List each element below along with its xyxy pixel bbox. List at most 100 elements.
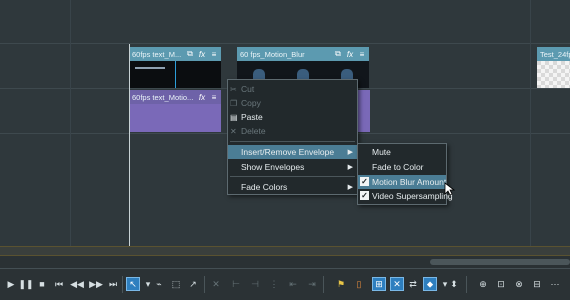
menu-item-label: Fade to Color xyxy=(372,162,424,172)
snapping-icon[interactable]: ⊞ xyxy=(372,277,386,291)
envelope-tool-icon[interactable]: ⌁ xyxy=(152,277,166,291)
menu-item-label: Cut xyxy=(241,84,255,94)
marker-icon[interactable]: ⚑ xyxy=(334,277,348,291)
split-tool-icon[interactable]: ↗ xyxy=(186,277,200,291)
region-icon[interactable]: ▯ xyxy=(352,277,366,291)
menu-item-show-envelopes[interactable]: Show Envelopes ▶ xyxy=(228,160,357,174)
crop-icon[interactable]: ⧉ xyxy=(333,49,343,59)
clip-title: 60fps text_Motio... xyxy=(132,92,194,102)
text-clip-end[interactable] xyxy=(358,90,370,132)
media-fx-icon[interactable]: ⊗ xyxy=(512,277,526,291)
menu-item-fade-colors[interactable]: Fade Colors ▶ xyxy=(228,180,357,194)
menu-item-label: Video Supersampling xyxy=(372,191,453,201)
trim-end-icon[interactable]: ⊣ xyxy=(248,277,262,291)
menu-item-motion-blur-amount[interactable]: ✓ Motion Blur Amount xyxy=(358,175,446,189)
menu-item-label: Copy xyxy=(241,98,261,108)
clip-title: 60fps text_M... xyxy=(132,49,182,59)
next-frame-icon[interactable]: ▶▶ xyxy=(89,277,103,291)
track-divider xyxy=(0,43,570,44)
toolbar-separator xyxy=(204,276,205,293)
paste-icon: ▤ xyxy=(230,112,238,122)
clip-title: Test_24fp xyxy=(540,49,570,59)
delete-icon[interactable]: ✕ xyxy=(209,277,223,291)
video-clip-test-24fps[interactable]: Test_24fp xyxy=(537,47,570,88)
playhead-cursor[interactable] xyxy=(129,44,130,256)
normal-edit-tool-icon[interactable]: ↖ xyxy=(126,277,140,291)
clip-title: 60 fps_Motion_Blur xyxy=(240,49,305,59)
menu-item-label: Delete xyxy=(241,126,266,136)
toolbar-separator xyxy=(466,276,467,293)
previous-frame-icon[interactable]: ◀◀ xyxy=(70,277,84,291)
clip-header: 60fps text_M... ⧉ fx ≡ xyxy=(129,47,221,61)
menu-item-cut[interactable]: ✂ Cut xyxy=(228,82,357,96)
delete-icon: ✕ xyxy=(230,126,237,136)
context-menu: ✂ Cut ❐ Copy ▤ Paste ✕ Delete Insert/Rem… xyxy=(227,79,358,195)
menu-item-label: Paste xyxy=(241,112,263,122)
submenu-arrow-icon: ▶ xyxy=(347,184,353,191)
crop-icon[interactable]: ⇥ xyxy=(305,277,319,291)
play-icon[interactable]: ▶ xyxy=(4,277,18,291)
marker-bar xyxy=(0,246,570,256)
clip-header: Test_24fp xyxy=(537,47,570,61)
checkmark-icon: ✓ xyxy=(360,191,369,200)
menu-item-label: Fade Colors xyxy=(241,182,288,192)
menu-item-video-supersampling[interactable]: ✓ Video Supersampling xyxy=(358,189,453,203)
menu-item-copy[interactable]: ❐ Copy xyxy=(228,96,357,110)
split-icon[interactable]: ⋮ xyxy=(267,277,281,291)
clip-body xyxy=(358,90,370,132)
trim-start-icon[interactable]: ⊢ xyxy=(229,277,243,291)
ignore-grouping-icon[interactable]: ⬍ xyxy=(447,277,461,291)
event-pan-crop-icon[interactable]: ⊡ xyxy=(494,277,508,291)
grid-line xyxy=(530,0,531,268)
menu-item-label: Mute xyxy=(372,147,391,157)
crop-icon[interactable]: ⧉ xyxy=(185,49,195,59)
envelope-submenu: Mute Fade to Color ✓ Motion Blur Amount … xyxy=(357,143,453,205)
go-to-start-icon[interactable]: ⏮ xyxy=(52,277,66,291)
menu-item-label: Motion Blur Amount xyxy=(372,177,447,187)
toolbar-separator xyxy=(323,276,324,293)
scissors-icon: ✂ xyxy=(230,84,237,94)
video-clip-60fps-text[interactable]: 60fps text_M... ⧉ fx ≡ xyxy=(129,47,221,88)
fx-icon[interactable]: fx xyxy=(197,49,207,59)
grid-line xyxy=(70,0,71,268)
timeline-toolbar: ▶ ❚❚ ■ ⏮ ◀◀ ▶▶ ⏭ ↖ ▾ ⌁ ⬚ ↗ ✕ ⊢ ⊣ ⋮ ⇤ ⇥ ⚑… xyxy=(0,268,570,300)
fx-icon[interactable]: fx xyxy=(345,49,355,59)
submenu-arrow-icon: ▶ xyxy=(347,164,353,171)
clip-body xyxy=(129,104,221,132)
more-options-icon[interactable]: ⋯ xyxy=(548,277,562,291)
menu-item-label: Insert/Remove Envelope xyxy=(241,147,335,157)
fx-icon[interactable]: fx xyxy=(197,92,207,102)
scrollbar-thumb[interactable] xyxy=(430,259,570,265)
normalize-icon[interactable]: ⊕ xyxy=(476,277,490,291)
checkmark-icon: ✓ xyxy=(360,177,369,186)
mouse-pointer-icon xyxy=(444,182,456,196)
auto-crossfade-icon[interactable]: ✕ xyxy=(390,277,404,291)
menu-item-mute[interactable]: Mute xyxy=(358,145,446,159)
menu-item-delete[interactable]: ✕ Delete xyxy=(228,124,357,138)
stop-icon[interactable]: ■ xyxy=(35,277,49,291)
clip-menu-icon[interactable]: ≡ xyxy=(209,49,219,59)
clip-header: 60 fps_Motion_Blur ⧉ fx ≡ xyxy=(237,47,369,61)
lock-envelopes-icon[interactable]: ⬥ xyxy=(423,277,437,291)
toolbar-separator xyxy=(122,276,123,293)
text-clip-60fps-motion[interactable]: 60fps text_Motio... fx ≡ xyxy=(129,90,221,132)
ripple-mode-icon[interactable]: ⊟ xyxy=(530,277,544,291)
selection-tool-icon[interactable]: ⬚ xyxy=(169,277,183,291)
menu-item-insert-remove-envelope[interactable]: Insert/Remove Envelope ▶ xyxy=(228,145,357,159)
menu-separator xyxy=(230,176,355,177)
submenu-arrow-icon: ▶ xyxy=(347,149,353,156)
go-to-end-icon[interactable]: ⏭ xyxy=(106,277,120,291)
menu-item-label: Show Envelopes xyxy=(241,162,305,172)
clip-menu-icon[interactable]: ≡ xyxy=(357,49,367,59)
menu-item-paste[interactable]: ▤ Paste xyxy=(228,110,357,124)
clip-header: 60fps text_Motio... fx ≡ xyxy=(129,90,221,104)
menu-item-fade-to-color[interactable]: Fade to Color xyxy=(358,160,446,174)
clip-thumbnail xyxy=(537,61,570,88)
menu-separator xyxy=(230,141,355,142)
pause-icon[interactable]: ❚❚ xyxy=(18,277,33,291)
ripple-edit-icon[interactable]: ⇄ xyxy=(406,277,420,291)
clip-menu-icon[interactable]: ≡ xyxy=(209,92,219,102)
copy-icon: ❐ xyxy=(230,98,238,108)
trim-icon[interactable]: ⇤ xyxy=(286,277,300,291)
clip-thumbnail xyxy=(129,61,221,88)
